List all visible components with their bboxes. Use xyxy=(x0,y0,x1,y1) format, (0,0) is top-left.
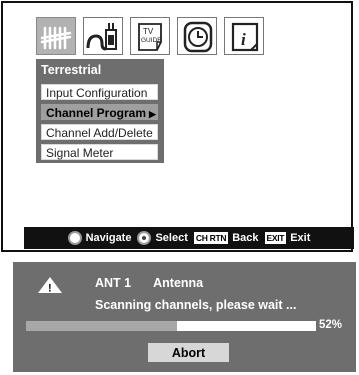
menu-item-label: Signal Meter xyxy=(46,146,114,160)
plug-icon[interactable] xyxy=(83,17,123,55)
antenna-icon[interactable] xyxy=(36,17,76,55)
exit-hint: EXIT Exit xyxy=(264,232,311,244)
menu-item-channel-program[interactable]: Channel Program ▶ xyxy=(41,104,158,120)
menu-item-label: Channel Program xyxy=(46,106,147,120)
terrestrial-submenu: Terrestrial Input Configuration Channel … xyxy=(36,59,164,163)
menu-item-label: Channel Add/Delete xyxy=(46,126,153,140)
back-label: Back xyxy=(232,232,259,244)
source-type: Antenna xyxy=(153,276,204,290)
abort-button[interactable]: Abort xyxy=(148,343,229,362)
channel-scan-dialog: ! ANT 1 Antenna Scanning channels, please… xyxy=(13,262,356,372)
menu-icon-bar: TV GUIDE i xyxy=(36,17,274,57)
exit-key-icon: EXIT xyxy=(264,232,287,244)
menu-item-signal-meter[interactable]: Signal Meter xyxy=(41,144,158,160)
select-hint: Select xyxy=(137,231,188,245)
submenu-title: Terrestrial xyxy=(41,63,102,77)
scan-progress-percent: 52% xyxy=(319,319,343,331)
select-button-icon xyxy=(137,231,152,245)
navigate-hint: Navigate xyxy=(67,231,132,245)
back-hint: CH RTN Back xyxy=(193,232,259,244)
warning-icon: ! xyxy=(38,277,62,295)
tv-guide-icon-text-tv: TV xyxy=(143,27,154,36)
navigate-label: Navigate xyxy=(85,232,132,244)
ch-rtn-key-icon: CH RTN xyxy=(193,232,229,244)
input-name: ANT 1 xyxy=(95,276,132,290)
clock-icon[interactable] xyxy=(177,17,217,55)
menu-item-input-configuration[interactable]: Input Configuration xyxy=(41,84,158,100)
tv-guide-icon-text-guide: GUIDE xyxy=(141,37,162,44)
select-label: Select xyxy=(155,232,188,244)
scan-progress-bar xyxy=(26,321,316,331)
scan-source-line: ANT 1 Antenna xyxy=(95,276,203,290)
menu-item-label: Input Configuration xyxy=(46,86,148,100)
menu-item-channel-add-delete[interactable]: Channel Add/Delete xyxy=(41,124,158,140)
scan-progress-fill xyxy=(26,321,177,331)
tv-menu-screen: TV GUIDE i Terrestrial Input Configurati… xyxy=(1,1,354,252)
info-icon-glyph: i xyxy=(241,30,246,49)
warning-icon-glyph: ! xyxy=(48,283,52,295)
scan-status-message: Scanning channels, please wait ... xyxy=(95,298,297,312)
navigate-pad-icon xyxy=(67,231,82,245)
tv-guide-icon[interactable]: TV GUIDE xyxy=(130,17,170,55)
navigation-hint-bar: Navigate Select CH RTN Back EXIT Exit xyxy=(24,227,354,249)
exit-label: Exit xyxy=(290,232,311,244)
submenu-arrow-icon: ▶ xyxy=(149,109,156,119)
info-icon[interactable]: i xyxy=(224,17,264,55)
